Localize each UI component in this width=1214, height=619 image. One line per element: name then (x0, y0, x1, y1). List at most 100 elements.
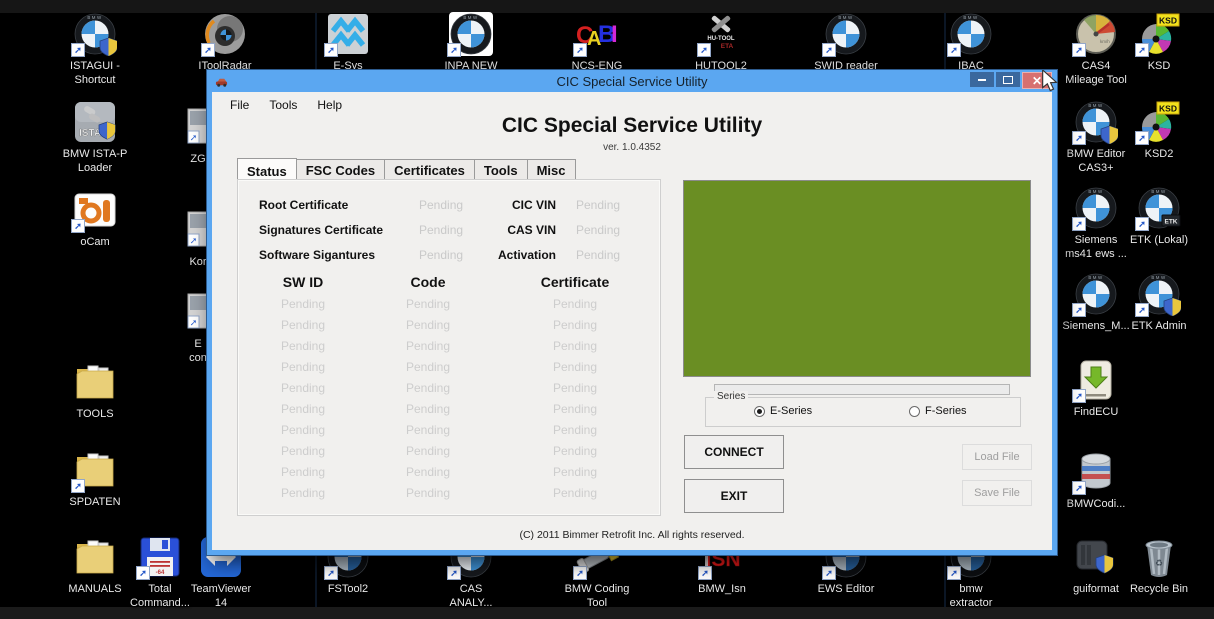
table-cell: Pending (238, 339, 368, 353)
table-cell: Pending (368, 381, 488, 395)
shortcut-arrow-icon: ➚ (201, 43, 215, 57)
svg-text:I: I (611, 21, 618, 48)
table-cell: Pending (368, 360, 488, 374)
desktop-icon-ocam[interactable]: ➚oCam (50, 188, 140, 249)
desktop-icon-ibac[interactable]: BMW➚IBAC (926, 12, 1016, 73)
mouse-cursor (1040, 70, 1060, 92)
table-cell: Pending (238, 486, 368, 500)
shortcut-arrow-icon: ➚ (71, 43, 85, 57)
drive-shield-icon (1074, 535, 1118, 579)
shortcut-arrow-icon: ➚ (822, 43, 836, 57)
svg-text:➚: ➚ (190, 318, 198, 328)
desktop-icon-spdaten[interactable]: ➚SPDATEN (50, 448, 140, 509)
desktop-icon-tools[interactable]: TOOLS (50, 360, 140, 421)
shortcut-arrow-icon: ➚ (822, 566, 836, 580)
shortcut-arrow-icon: ➚ (324, 43, 338, 57)
status-value2: Pending (556, 248, 660, 262)
svg-text:HU-TOOL: HU-TOOL (707, 36, 735, 42)
status-field-row: Software SiganturesPendingActivationPend… (238, 242, 660, 267)
table-cell: Pending (488, 444, 662, 458)
svg-text:BMW: BMW (1088, 275, 1103, 280)
ncs-letters-icon: CABI➚ (575, 12, 619, 56)
connect-button[interactable]: CONNECT (684, 435, 784, 469)
svg-text:km/h: km/h (1100, 39, 1110, 44)
bmw-roundel-icon: BMW➚ (824, 12, 868, 56)
status-label2: CAS VIN (478, 223, 556, 237)
svg-text:KSD: KSD (1159, 16, 1177, 26)
minimize-button[interactable] (970, 72, 994, 87)
table-cell: Pending (368, 318, 488, 332)
column-header-code: Code (368, 274, 488, 290)
svg-text:BMW: BMW (1088, 189, 1103, 194)
desktop-icon-ksd[interactable]: KSD ➚ KSD (1114, 12, 1204, 73)
desktop-icon-label: SPDATEN (50, 495, 140, 509)
desktop-icon-inpa-new[interactable]: BMW➚INPA NEW (426, 12, 516, 73)
window-titlebar[interactable]: CIC Special Service Utility ✕ (212, 70, 1052, 92)
progress-bar (714, 384, 1010, 395)
desktop-icon-label: KSD (1114, 59, 1204, 73)
table-cell: Pending (488, 318, 662, 332)
bmw-roundel-shield-icon: BMW➚ (1137, 272, 1181, 316)
shortcut-arrow-icon: ➚ (1135, 217, 1149, 231)
svg-text:➚: ➚ (190, 236, 198, 246)
desktop-icon-ksd2[interactable]: KSD➚KSD2 (1114, 100, 1204, 161)
desktop-icon-hutool2[interactable]: HU-TOOLETA➚HUTOOL2 (676, 12, 766, 73)
status-label2: CIC VIN (478, 198, 556, 212)
desktop-icon-e-sys[interactable]: ➚E-Sys (303, 12, 393, 73)
status-tab-panel: Root CertificatePendingCIC VINPendingSig… (237, 179, 661, 516)
menu-help[interactable]: Help (307, 96, 352, 114)
desktop-icon-bmw-ista-p-loader[interactable]: ISTABMW ISTA-PLoader (50, 100, 140, 175)
desktop-icon-swid-reader[interactable]: BMW➚SWID reader (801, 12, 891, 73)
table-cell: Pending (488, 423, 662, 437)
table-row: PendingPendingPending (238, 440, 660, 461)
desktop-icon-itoolradar[interactable]: ➚IToolRadar (180, 12, 270, 73)
shortcut-arrow-icon: ➚ (136, 566, 150, 580)
display-panel (683, 180, 1031, 377)
copyright-label: (C) 2011 Bimmer Retrofit Inc. All rights… (212, 529, 1052, 541)
desktop-icon-label: BMW CodingTool (552, 582, 642, 610)
desktop-icon-bmwcodi[interactable]: ➚BMWCodi... (1051, 450, 1141, 511)
radio-e-series[interactable]: E-Series (754, 405, 812, 417)
series-groupbox: Series E-SeriesF-Series (705, 397, 1021, 427)
desktop-icon-istagui-shortcut[interactable]: BMW➚ISTAGUI -Shortcut (50, 12, 140, 87)
table-cell: Pending (368, 339, 488, 353)
menu-tools[interactable]: Tools (259, 96, 307, 114)
radio-f-series[interactable]: F-Series (909, 405, 967, 417)
menu-file[interactable]: File (220, 96, 259, 114)
exit-button[interactable]: EXIT (684, 479, 784, 513)
bmw-roundel-white-icon: BMW➚ (449, 12, 493, 56)
window-title: CIC Special Service Utility (212, 74, 1052, 89)
version-label: ver. 1.0.4352 (212, 142, 1052, 153)
svg-text:BMW: BMW (87, 15, 102, 20)
table-row: PendingPendingPending (238, 419, 660, 440)
radio-label: E-Series (770, 405, 812, 417)
desktop-icon-recycle-bin[interactable]: ♻ Recycle Bin (1114, 535, 1204, 596)
desktop-icon-ncs-eng[interactable]: CABI➚NCS-ENG (552, 12, 642, 73)
gauge-icon: km/h➚ (1074, 12, 1118, 56)
table-body: PendingPendingPendingPendingPendingPendi… (238, 293, 660, 503)
desktop-icon-label: Recycle Bin (1114, 582, 1204, 596)
database-icon: ➚ (1074, 450, 1118, 494)
bmw-roundel-shield-icon: BMW➚ (1074, 100, 1118, 144)
table-row: PendingPendingPending (238, 398, 660, 419)
table-row: PendingPendingPending (238, 314, 660, 335)
drive-download-icon: ➚ (1074, 358, 1118, 402)
table-row: PendingPendingPending (238, 335, 660, 356)
desktop-icon-label: BMW_Isn (677, 582, 767, 596)
table-cell: Pending (488, 402, 662, 416)
table-cell: Pending (238, 297, 368, 311)
table-row: PendingPendingPending (238, 461, 660, 482)
shortcut-arrow-icon: ➚ (1135, 43, 1149, 57)
desktop-icon-etk-lokal[interactable]: BMWETK➚ETK (Lokal) (1114, 186, 1204, 247)
svg-text:BMW: BMW (1151, 189, 1166, 194)
recycle-bin-icon: ♻ (1137, 535, 1181, 579)
maximize-button[interactable] (996, 72, 1020, 87)
desktop-icon-label: FSTool2 (303, 582, 393, 596)
save-file-button[interactable]: Save File (962, 480, 1032, 506)
desktop-icon-findecu[interactable]: ➚FindECU (1051, 358, 1141, 419)
desktop-icon-etk-admin[interactable]: BMW➚ETK Admin (1114, 272, 1204, 333)
table-row: PendingPendingPending (238, 293, 660, 314)
table-cell: Pending (368, 423, 488, 437)
bmw-roundel-icon: BMW➚ (1074, 186, 1118, 230)
load-file-button[interactable]: Load File (962, 444, 1032, 470)
